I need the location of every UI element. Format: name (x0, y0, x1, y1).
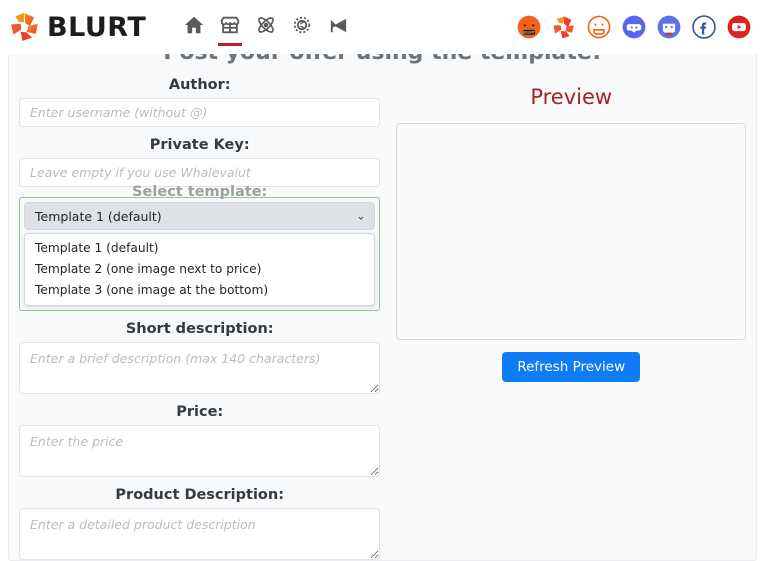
nav-item-science[interactable] (248, 5, 284, 45)
product-description-textarea[interactable] (19, 508, 381, 560)
discord-icon[interactable] (621, 14, 647, 40)
preview-title: Preview (530, 85, 613, 109)
template-option[interactable]: Template 1 (default) (25, 238, 374, 259)
blurt-logo-icon (11, 12, 38, 41)
template-select-focus-ring: Select template: Template 1 (default) ⌄ … (19, 184, 381, 311)
nav-item-announcements[interactable] (320, 5, 356, 45)
two-column-layout: Author: Private Key: Select template: Te… (9, 67, 756, 560)
author-field-group: Author: (19, 77, 381, 127)
gear-share-icon (294, 16, 311, 34)
home-icon (185, 16, 204, 34)
preview-box (396, 123, 746, 340)
social-links: BLURT (516, 14, 752, 40)
atom-icon (258, 17, 275, 33)
blurt-logo-icon[interactable] (551, 14, 577, 40)
chevron-down-icon: ⌄ (356, 209, 366, 223)
short-description-field-group: Short description: (19, 321, 381, 394)
template-option[interactable]: Template 2 (one image next to price) (25, 259, 374, 280)
template-selected-value: Template 1 (default) (35, 208, 162, 224)
facebook-icon[interactable] (691, 14, 717, 40)
blurt-pumpkin-icon[interactable]: BLURT (516, 14, 542, 40)
telegram-robot-icon[interactable] (656, 14, 682, 40)
template-select[interactable]: Template 1 (default) ⌄ (24, 202, 376, 230)
page-root: Post your offer using the template! Auth… (0, 0, 768, 561)
refresh-row: Refresh Preview (396, 352, 746, 382)
offer-form: Author: Private Key: Select template: Te… (19, 67, 388, 560)
short-description-textarea[interactable] (19, 342, 381, 394)
nav-item-settings[interactable] (284, 5, 320, 45)
refresh-preview-button[interactable]: Refresh Preview (502, 352, 641, 382)
store-icon (221, 16, 240, 34)
private-key-input[interactable] (19, 158, 381, 187)
product-description-label: Product Description: (115, 487, 285, 503)
preview-panel: Preview Refresh Preview (388, 67, 746, 560)
pumpkin-outline-icon[interactable] (586, 14, 612, 40)
template-field-group: Select template: Template 1 (default) ⌄ … (19, 184, 381, 311)
youtube-icon[interactable] (726, 14, 752, 40)
brand[interactable]: BLURT (8, 10, 146, 44)
template-options-list[interactable]: Template 1 (default) Template 2 (one ima… (24, 233, 376, 306)
svg-text:BLURT: BLURT (523, 31, 535, 35)
author-label: Author: (168, 77, 231, 93)
main-nav (176, 5, 356, 49)
nav-item-store[interactable] (212, 5, 248, 46)
megaphone-icon (330, 18, 346, 32)
price-textarea[interactable] (19, 425, 381, 477)
brand-name: BLURT (47, 11, 147, 43)
price-field-group: Price: (19, 404, 381, 477)
product-description-field-group: Product Description: (19, 487, 381, 560)
private-key-label: Private Key: (149, 137, 250, 153)
short-description-label: Short description: (125, 321, 274, 337)
template-option[interactable]: Template 3 (one image at the bottom) (25, 280, 374, 301)
price-label: Price: (176, 404, 224, 420)
site-header: BLURT BLURT (0, 0, 768, 54)
nav-item-home[interactable] (176, 5, 212, 45)
content-container: Post your offer using the template! Auth… (8, 26, 757, 561)
author-input[interactable] (19, 98, 381, 127)
private-key-field-group: Private Key: (19, 137, 381, 187)
